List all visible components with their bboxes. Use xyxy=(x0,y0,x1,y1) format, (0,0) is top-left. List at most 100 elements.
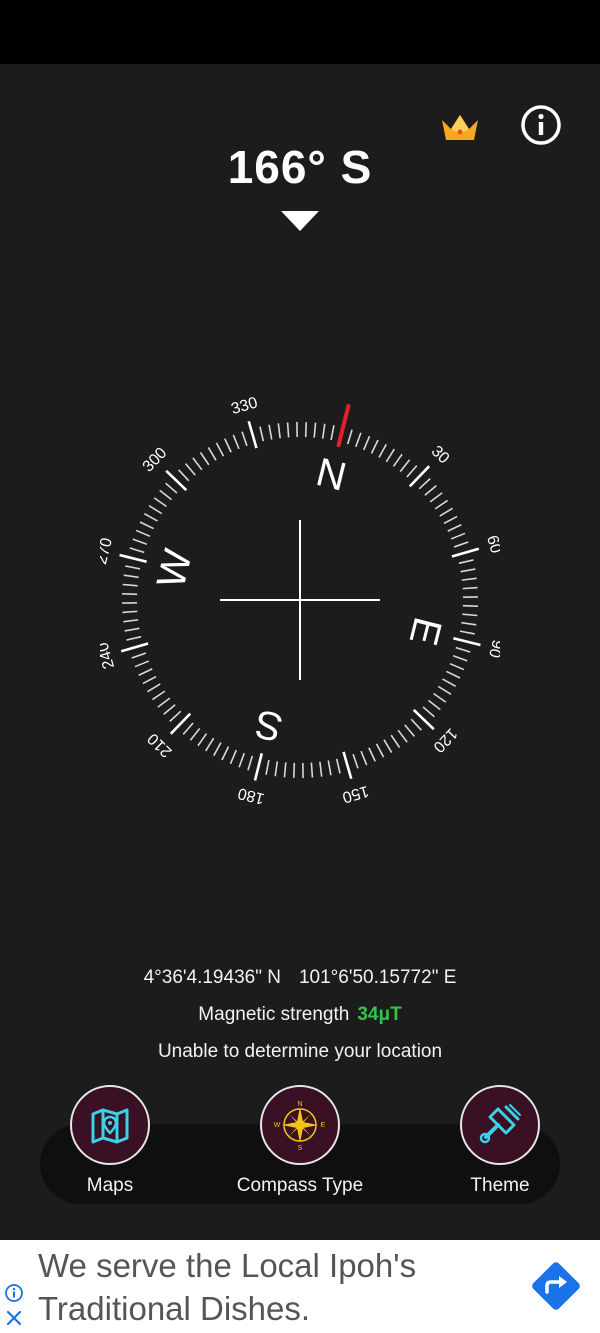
cardinal-s: S xyxy=(251,701,288,750)
dial-minor-tick xyxy=(429,492,443,503)
maps-button[interactable]: Maps xyxy=(20,1085,200,1197)
dial-minor-tick xyxy=(199,451,210,466)
dial-minor-tick xyxy=(229,749,238,765)
dial-minor-tick xyxy=(442,678,457,687)
dial-major-tick xyxy=(408,465,431,488)
compass-type-circle[interactable]: N S W E xyxy=(260,1085,340,1165)
dial-minor-tick xyxy=(424,484,437,496)
dial-minor-tick xyxy=(274,761,279,777)
dial-tick-label: 180 xyxy=(236,784,266,807)
dial-minor-tick xyxy=(302,762,304,778)
dial-minor-tick xyxy=(383,739,393,753)
paint-brush-icon xyxy=(479,1104,521,1144)
dial-minor-tick xyxy=(352,753,359,769)
theme-button[interactable]: Theme xyxy=(410,1085,590,1197)
dial-minor-tick xyxy=(319,761,323,777)
dial-minor-tick xyxy=(165,482,178,494)
dial-minor-tick xyxy=(462,586,478,590)
dial-minor-tick xyxy=(437,685,452,696)
dial-minor-tick xyxy=(192,457,203,471)
dial-minor-tick xyxy=(460,568,476,573)
heading-readout: 166° S xyxy=(227,141,373,193)
dial-minor-tick xyxy=(439,507,453,517)
dial-minor-tick xyxy=(265,759,270,775)
magnetic-label: Magnetic strength xyxy=(198,1004,350,1025)
dial-minor-tick xyxy=(335,758,341,774)
dial-minor-tick xyxy=(241,431,248,447)
dial-minor-tick xyxy=(204,737,215,752)
svg-text:W: W xyxy=(274,1122,281,1129)
readings-panel: 4°36'4.19436" N 101°6'50.15772" E Magneti… xyxy=(0,964,600,1066)
dial-minor-tick xyxy=(247,755,254,771)
dial-minor-tick xyxy=(163,704,176,716)
dial-major-tick xyxy=(253,752,264,781)
dial-minor-tick xyxy=(134,660,150,668)
dial-minor-tick xyxy=(404,724,416,737)
dial-minor-tick xyxy=(259,426,265,442)
longitude: 101°6'50.15772" E xyxy=(298,967,457,988)
dial-tick-label: 90 xyxy=(485,638,500,659)
dial-minor-tick xyxy=(125,565,141,570)
dial-minor-tick xyxy=(224,438,232,453)
location-status: Unable to determine your location xyxy=(157,1041,443,1062)
compass-type-button[interactable]: N S W E Compass Type xyxy=(210,1085,390,1197)
dial-major-tick xyxy=(452,636,481,647)
dial-minor-tick xyxy=(410,718,422,731)
dial-minor-tick xyxy=(370,439,379,454)
dial-tick-label: 240 xyxy=(100,640,118,670)
dial-minor-tick xyxy=(427,699,441,711)
dial-minor-tick xyxy=(283,762,287,778)
dial-minor-tick xyxy=(346,429,353,445)
dial-minor-tick xyxy=(406,465,418,478)
dial-minor-tick xyxy=(449,662,465,671)
dial-minor-tick xyxy=(360,750,368,766)
crown-icon xyxy=(442,115,478,140)
dial-minor-tick xyxy=(362,435,371,451)
dial-minor-tick xyxy=(368,747,376,762)
compass-type-label: Compass Type xyxy=(236,1175,364,1196)
maps-circle[interactable] xyxy=(70,1085,150,1165)
dial-tick-label: 60 xyxy=(483,534,500,556)
premium-button[interactable] xyxy=(438,110,482,144)
dial-minor-tick xyxy=(157,697,171,708)
directions-arrow-icon[interactable] xyxy=(528,1258,584,1314)
dial-minor-tick xyxy=(159,489,173,501)
ad-close-icon[interactable] xyxy=(4,1308,24,1328)
dial-minor-tick xyxy=(184,463,196,476)
dial-minor-tick xyxy=(375,743,385,758)
dial-minor-tick xyxy=(418,478,431,490)
dial-minor-tick xyxy=(422,706,435,718)
dial-minor-tick xyxy=(390,734,401,749)
theme-circle[interactable] xyxy=(460,1085,540,1165)
dial-minor-tick xyxy=(453,541,469,548)
cardinal-w: W xyxy=(149,545,201,593)
dial-minor-tick xyxy=(450,532,466,540)
dial-minor-tick xyxy=(151,690,166,701)
dial-minor-tick xyxy=(207,447,217,461)
dial-major-tick xyxy=(165,469,188,492)
dial-minor-tick xyxy=(268,424,273,440)
dial-minor-tick xyxy=(462,613,478,617)
maps-label: Maps xyxy=(86,1175,134,1196)
dial-minor-tick xyxy=(129,547,145,554)
dial-minor-tick xyxy=(455,646,471,653)
dial-major-tick xyxy=(412,708,435,731)
dial-minor-tick xyxy=(433,692,447,703)
dial-tick-label: 330 xyxy=(229,394,259,418)
dial-minor-tick xyxy=(238,752,246,768)
dial-minor-tick xyxy=(132,538,148,546)
dial-minor-tick xyxy=(462,604,478,608)
ad-info-icon[interactable] xyxy=(4,1283,24,1303)
dial-minor-tick xyxy=(153,497,167,508)
ad-headline[interactable]: We serve the Local Ipoh's Traditional Di… xyxy=(38,1244,508,1330)
dial-minor-tick xyxy=(461,577,477,581)
dial-minor-tick xyxy=(286,422,290,438)
dial-minor-tick xyxy=(313,422,317,438)
dial-minor-tick xyxy=(378,443,387,458)
dial-major-tick xyxy=(169,712,192,735)
dial-minor-tick xyxy=(462,596,478,598)
dial-minor-tick xyxy=(143,513,158,522)
dial-minor-tick xyxy=(178,469,190,482)
cardinal-e: E xyxy=(401,613,450,650)
coordinates: 4°36'4.19436" N 101°6'50.15772" E xyxy=(0,964,600,992)
